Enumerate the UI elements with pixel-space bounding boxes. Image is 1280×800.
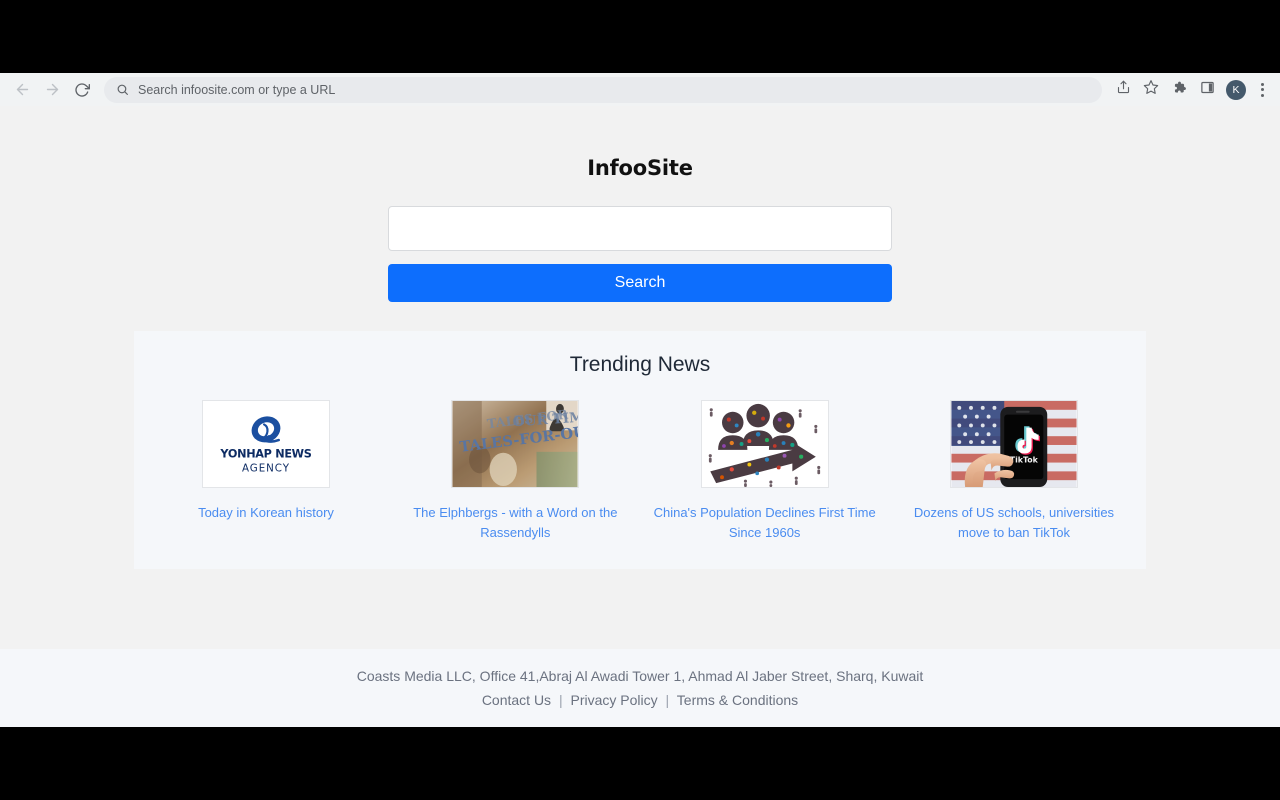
side-panel-icon [1200, 80, 1215, 100]
page-title: InfooSite [0, 156, 1280, 180]
browser-menu-button[interactable] [1252, 77, 1272, 103]
news-item[interactable]: YONHAP NEWS AGENCY Today in Korean histo… [150, 400, 382, 523]
svg-text:YONHAP NEWS: YONHAP NEWS [219, 448, 311, 461]
share-icon [1116, 80, 1131, 100]
news-thumbnail-crowd-people[interactable] [701, 400, 829, 488]
page-viewport: InfooSite Search Trending News [0, 106, 1280, 727]
search-input[interactable] [388, 206, 892, 251]
news-caption[interactable]: Dozens of US schools, universities move … [902, 503, 1126, 543]
footer-link-privacy-policy[interactable]: Privacy Policy [570, 692, 657, 708]
side-panel-button[interactable] [1194, 77, 1220, 103]
news-item[interactable]: China's Population Declines First Time S… [649, 400, 881, 543]
reload-icon [74, 82, 90, 98]
extensions-button[interactable] [1166, 77, 1192, 103]
search-button[interactable]: Search [388, 264, 892, 302]
svg-text:AGENCY: AGENCY [242, 462, 290, 474]
address-bar-placeholder: Search infoosite.com or type a URL [138, 83, 335, 97]
vintage-book-cover-collage-icon: TALES FOR OUR TIME TALES-FOR-OUR [452, 401, 578, 487]
footer-link-terms-conditions[interactable]: Terms & Conditions [677, 692, 798, 708]
trending-news-section: Trending News YONHAP NEWS AGENCY [134, 331, 1146, 569]
profile-avatar[interactable]: K [1226, 80, 1246, 100]
puzzle-icon [1172, 80, 1187, 100]
arrow-right-icon [44, 81, 61, 98]
reload-button[interactable] [68, 76, 96, 104]
forward-button[interactable] [38, 76, 66, 104]
trending-news-list: YONHAP NEWS AGENCY Today in Korean histo… [150, 400, 1130, 543]
window-bottom-letterbox [0, 727, 1280, 800]
news-thumbnail-vintage-book-collage[interactable]: TALES FOR OUR TIME TALES-FOR-OUR [451, 400, 579, 488]
footer-links: Contact Us | Privacy Policy | Terms & Co… [0, 690, 1280, 711]
footer-separator: | [662, 692, 674, 708]
news-caption[interactable]: Today in Korean history [198, 503, 334, 523]
window-top-letterbox [0, 0, 1280, 73]
trending-news-heading: Trending News [150, 353, 1130, 377]
hand-holding-phone-tiktok-logo-us-flag-icon: TikTok [951, 401, 1077, 487]
crowd-forming-people-icons-with-arrow-icon [702, 401, 828, 487]
kebab-menu-icon [1261, 83, 1264, 97]
news-thumbnail-yonhap-logo[interactable]: YONHAP NEWS AGENCY [202, 400, 330, 488]
back-button[interactable] [8, 76, 36, 104]
news-caption[interactable]: China's Population Declines First Time S… [653, 503, 877, 543]
footer-link-contact-us[interactable]: Contact Us [482, 692, 551, 708]
bookmark-button[interactable] [1138, 77, 1164, 103]
footer-address: Coasts Media LLC, Office 41,Abraj Al Awa… [0, 666, 1280, 687]
search-form: Search [388, 206, 892, 302]
page-footer: Coasts Media LLC, Office 41,Abraj Al Awa… [0, 649, 1280, 727]
news-item[interactable]: TikTok Dozens of US schools, universitie… [898, 400, 1130, 543]
page-main: InfooSite Search Trending News [0, 106, 1280, 649]
news-thumbnail-tiktok-phone[interactable]: TikTok [950, 400, 1078, 488]
footer-separator: | [555, 692, 567, 708]
news-item[interactable]: TALES FOR OUR TIME TALES-FOR-OUR The Elp… [399, 400, 631, 543]
share-button[interactable] [1110, 77, 1136, 103]
address-bar[interactable]: Search infoosite.com or type a URL [104, 77, 1102, 103]
svg-text:TikTok: TikTok [1010, 456, 1039, 465]
yonhap-news-agency-logo-icon: YONHAP NEWS AGENCY [203, 401, 329, 487]
arrow-left-icon [14, 81, 31, 98]
news-caption[interactable]: The Elphbergs - with a Word on the Rasse… [403, 503, 627, 543]
browser-toolbar: Search infoosite.com or type a URL [0, 73, 1280, 106]
search-icon [116, 83, 129, 96]
star-icon [1143, 79, 1159, 100]
